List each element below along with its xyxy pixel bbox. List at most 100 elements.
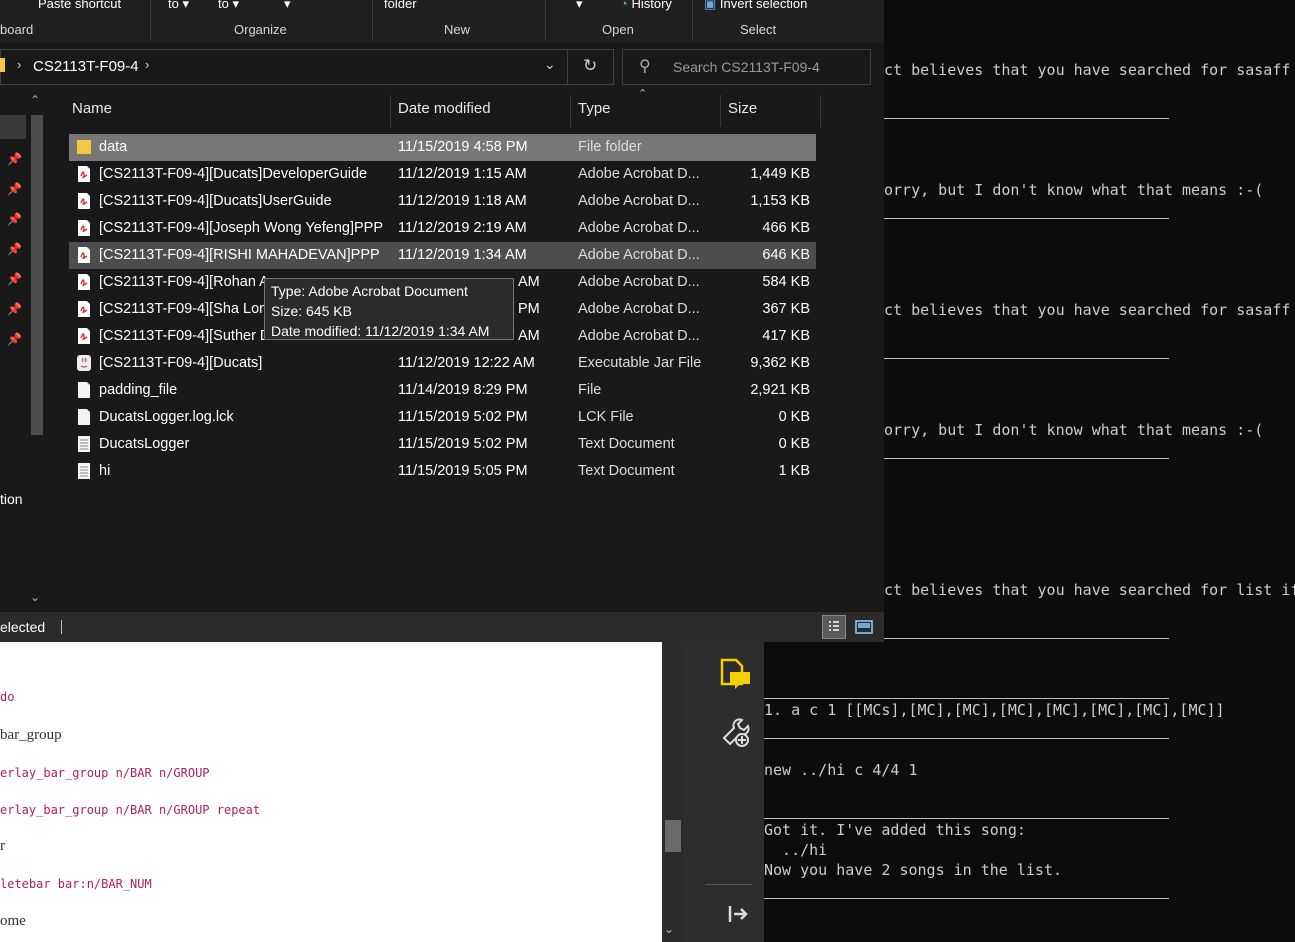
- column-header-name[interactable]: Name: [72, 100, 112, 117]
- column-separator[interactable]: [820, 95, 821, 127]
- file-date: 11/12/2019 2:19 AM: [398, 220, 527, 236]
- breadcrumb-current-folder[interactable]: CS2113T-F09-4: [33, 58, 139, 75]
- file-row[interactable]: hi 11/15/2019 5:05 PM Text Document 1 KB: [69, 458, 816, 485]
- file-size: 2,921 KB: [750, 382, 810, 398]
- terminal-line: ct believes that you have searched for s…: [884, 61, 1291, 79]
- delete-dropdown[interactable]: ▾: [284, 0, 291, 12]
- file-name: [CS2113T-F09-4][Ducats]UserGuide: [99, 193, 332, 209]
- copy-to-button[interactable]: to ▾: [218, 0, 239, 12]
- terminal-line: ct believes that you have searched for s…: [884, 301, 1291, 319]
- document-viewer[interactable]: do bar_group erlay_bar_group n/BAR n/GRO…: [0, 642, 662, 942]
- file-type: Adobe Acrobat D...: [578, 247, 700, 263]
- search-box[interactable]: ⚲ Search CS2113T-F09-4: [622, 49, 871, 85]
- large-icons-view-icon[interactable]: [854, 617, 874, 637]
- refresh-icon[interactable]: ↻: [583, 56, 597, 76]
- doc-text-line: r: [0, 838, 5, 854]
- terminal-divider: [764, 738, 1169, 739]
- search-input[interactable]: Search CS2113T-F09-4: [673, 59, 820, 75]
- column-separator[interactable]: [570, 95, 571, 127]
- comment-note-icon[interactable]: [718, 658, 750, 692]
- ribbon-separator: [372, 0, 373, 40]
- terminal-divider: [764, 818, 1169, 819]
- file-type: Executable Jar File: [578, 355, 702, 371]
- file-row[interactable]: [CS2113T-F09-4][Ducats]DeveloperGuide 11…: [69, 161, 816, 188]
- invert-selection-button[interactable]: ▣ Invert selection: [704, 0, 807, 12]
- file-date: 11/15/2019 5:05 PM: [398, 463, 528, 479]
- file-name: padding_file: [99, 382, 178, 398]
- pin-icon: 📌: [7, 332, 22, 346]
- file-icon: [78, 409, 90, 425]
- column-header-date[interactable]: Date modified: [398, 100, 491, 117]
- file-name: [CS2113T-F09-4][Ducats]: [99, 355, 263, 371]
- file-row[interactable]: data 11/15/2019 4:58 PM File folder: [69, 134, 816, 161]
- column-separator[interactable]: [720, 95, 721, 127]
- ribbon-group-select: Select: [740, 22, 777, 37]
- doc-text-line: ome: [0, 913, 26, 929]
- tooltip-size: Size: 645 KB: [271, 303, 352, 319]
- terminal-line: Now you have 2 songs in the list.: [764, 861, 1063, 879]
- file-date: 11/12/2019 1:34 AM: [398, 247, 527, 263]
- move-to-button[interactable]: to ▾: [168, 0, 189, 12]
- file-size: 417 KB: [762, 328, 810, 344]
- ribbon-separator: [545, 0, 546, 40]
- file-row[interactable]: DucatsLogger.log.lck 11/15/2019 5:02 PM …: [69, 404, 816, 431]
- file-date: 11/12/2019 1:15 AM: [398, 166, 527, 182]
- file-row[interactable]: [CS2113T-F09-4][RISHI MAHADEVAN]PPP 11/1…: [69, 242, 816, 269]
- jar-icon: [77, 355, 91, 371]
- file-row[interactable]: [CS2113T-F09-4][Ducats] 11/12/2019 12:22…: [69, 350, 816, 377]
- file-size: 584 KB: [762, 274, 810, 290]
- pin-icon: 📌: [7, 272, 22, 286]
- file-tooltip: Type: Adobe Acrobat Document Size: 645 K…: [264, 278, 514, 340]
- nav-selected-item[interactable]: [0, 115, 26, 139]
- file-date: 11/15/2019 5:02 PM: [398, 436, 528, 452]
- file-type: File: [578, 382, 602, 398]
- doc-scrollbar-thumb[interactable]: [665, 820, 681, 852]
- file-name: [CS2113T-F09-4][Rohan A: [99, 274, 269, 290]
- column-header-type[interactable]: Type: [578, 100, 611, 117]
- scroll-down-icon[interactable]: ⌄: [30, 590, 40, 604]
- new-folder-button[interactable]: folder: [384, 0, 417, 11]
- scroll-down-icon[interactable]: ⌄: [664, 922, 674, 936]
- file-name: DucatsLogger: [99, 436, 190, 452]
- invert-selection-label: Invert selection: [719, 0, 808, 11]
- text-file-icon: [78, 463, 90, 479]
- pin-icon: 📌: [7, 242, 22, 256]
- file-name: [CS2113T-F09-4][Sha Lon: [99, 301, 268, 317]
- column-header-size[interactable]: Size: [728, 100, 757, 117]
- nav-item-label[interactable]: tion: [0, 491, 23, 507]
- file-row[interactable]: [CS2113T-F09-4][Joseph Wong Yefeng]PPP 1…: [69, 215, 816, 242]
- open-dropdown[interactable]: ▾: [576, 0, 583, 12]
- status-text: elected: [0, 619, 46, 635]
- collapse-panel-icon[interactable]: [728, 904, 750, 924]
- terminal-line: orry, but I don't know what that means :…: [884, 421, 1264, 439]
- file-date: 11/12/2019 12:22 AM: [398, 355, 535, 371]
- paste-shortcut-button[interactable]: Paste shortcut: [38, 0, 121, 11]
- address-bar[interactable]: › CS2113T-F09-4 › ⌄ ↻: [0, 49, 614, 85]
- chevron-down-icon[interactable]: ⌄: [544, 56, 556, 73]
- column-separator[interactable]: [390, 95, 391, 127]
- scroll-up-icon[interactable]: ⌃: [30, 93, 40, 107]
- doc-scrollbar[interactable]: [662, 642, 684, 942]
- file-name: DucatsLogger.log.lck: [99, 409, 234, 425]
- details-view-icon[interactable]: [822, 615, 846, 639]
- file-type: Adobe Acrobat D...: [578, 220, 700, 236]
- file-row[interactable]: [CS2113T-F09-4][Ducats]UserGuide 11/12/2…: [69, 188, 816, 215]
- breadcrumb-chevron-icon[interactable]: ›: [17, 57, 21, 72]
- doc-code-line: erlay_bar_group n/BAR n/GROUP: [0, 766, 210, 780]
- file-name: data: [99, 139, 128, 155]
- ribbon-separator: [692, 0, 693, 40]
- tools-add-icon[interactable]: [720, 716, 752, 748]
- terminal-divider: [764, 898, 1169, 899]
- pin-icon: 📌: [7, 182, 22, 196]
- file-size: 1,449 KB: [750, 166, 810, 182]
- nav-scrollbar-thumb[interactable]: [31, 115, 43, 435]
- ribbon-separator: [150, 0, 151, 40]
- terminal-line: 1. a c 1 [[MCs],[MC],[MC],[MC],[MC],[MC]…: [764, 701, 1225, 719]
- file-name: [CS2113T-F09-4][Ducats]DeveloperGuide: [99, 166, 368, 182]
- file-row[interactable]: DucatsLogger 11/15/2019 5:02 PM Text Doc…: [69, 431, 816, 458]
- history-button[interactable]: ◔ History: [620, 0, 672, 11]
- file-row[interactable]: padding_file 11/14/2019 8:29 PM File 2,9…: [69, 377, 816, 404]
- breadcrumb-chevron-icon[interactable]: ›: [145, 57, 149, 72]
- tooltip-type: Type: Adobe Acrobat Document: [271, 283, 468, 299]
- pin-icon: 📌: [7, 152, 22, 166]
